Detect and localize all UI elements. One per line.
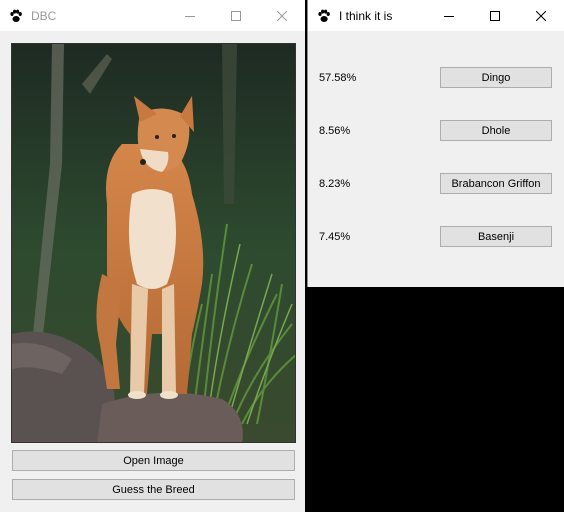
maximize-button[interactable] <box>472 0 518 31</box>
close-button[interactable] <box>518 0 564 31</box>
maximize-button[interactable] <box>213 0 259 31</box>
result-window-title: I think it is <box>339 8 393 23</box>
close-button[interactable] <box>259 0 305 31</box>
minimize-icon <box>444 15 454 17</box>
breed-button-brabancon-griffon[interactable]: Brabancon Griffon <box>440 173 552 194</box>
open-image-button[interactable]: Open Image <box>12 450 295 471</box>
main-window-title: DBC <box>31 8 57 23</box>
result-window: I think it is 57.58% Dingo 8.56% Dhole 8… <box>307 0 564 287</box>
breed-button-dhole[interactable]: Dhole <box>440 120 552 141</box>
prediction-percent: 8.23% <box>319 178 351 190</box>
main-window: DBC Open Image Guess the Breed <box>0 0 305 512</box>
maximize-icon <box>490 10 500 21</box>
prediction-percent: 8.56% <box>319 125 351 137</box>
minimize-button[interactable] <box>167 0 213 31</box>
breed-button-dingo[interactable]: Dingo <box>440 67 552 88</box>
close-icon <box>536 10 546 21</box>
close-icon <box>277 10 287 21</box>
prediction-percent: 7.45% <box>319 231 351 243</box>
breed-button-basenji[interactable]: Basenji <box>440 226 552 247</box>
maximize-icon <box>231 10 241 21</box>
prediction-percent: 57.58% <box>319 72 357 84</box>
dog-photo <box>11 43 296 443</box>
minimize-button[interactable] <box>426 0 472 31</box>
paw-icon <box>9 9 23 23</box>
guess-breed-button[interactable]: Guess the Breed <box>12 479 295 500</box>
result-titlebar[interactable]: I think it is <box>308 0 564 31</box>
paw-icon <box>317 9 331 23</box>
main-titlebar[interactable]: DBC <box>0 0 305 31</box>
minimize-icon <box>185 15 195 17</box>
